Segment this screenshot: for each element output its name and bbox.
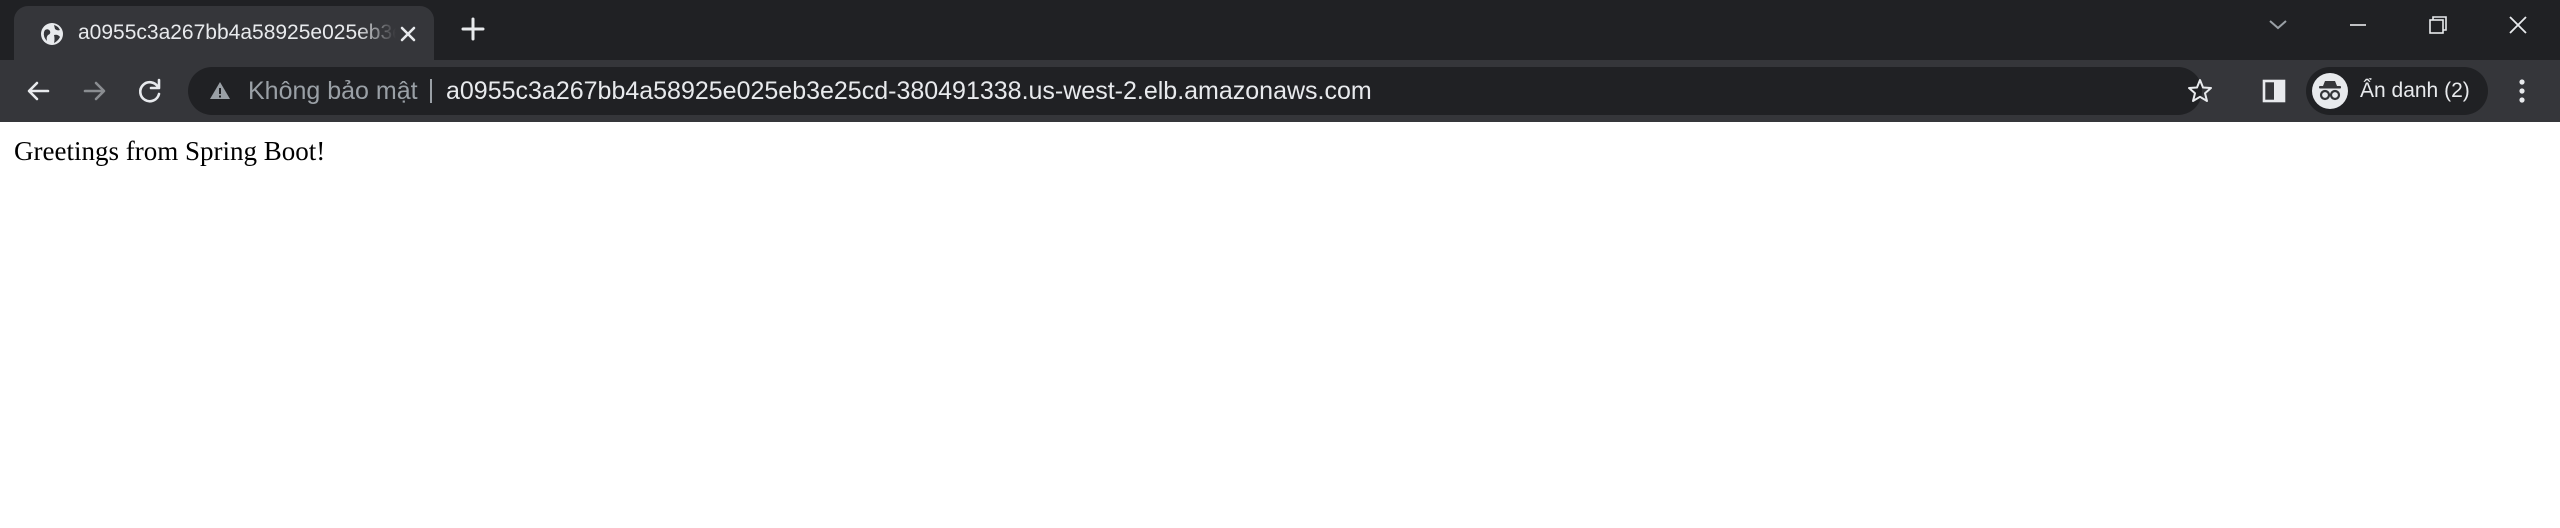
arrow-right-icon[interactable] bbox=[79, 75, 111, 107]
browser-toolbar: Không bảo mật a0955c3a267bb4a58925e025eb… bbox=[0, 60, 2560, 122]
minimize-icon[interactable] bbox=[2318, 0, 2398, 50]
chevron-down-icon[interactable] bbox=[2238, 0, 2318, 50]
side-panel-icon[interactable] bbox=[2258, 75, 2290, 107]
page-content: Greetings from Spring Boot! bbox=[0, 122, 2560, 528]
kebab-menu-icon[interactable] bbox=[2506, 75, 2538, 107]
security-status-label[interactable]: Không bảo mật bbox=[248, 67, 418, 115]
star-icon[interactable] bbox=[2186, 77, 2214, 105]
warning-icon[interactable] bbox=[208, 79, 232, 103]
incognito-label: Ẩn danh (2) bbox=[2360, 79, 2470, 102]
reload-icon[interactable] bbox=[134, 75, 166, 107]
greeting-text: Greetings from Spring Boot! bbox=[14, 136, 326, 166]
restore-icon[interactable] bbox=[2398, 0, 2478, 50]
close-icon[interactable] bbox=[394, 20, 422, 48]
incognito-icon bbox=[2312, 73, 2348, 109]
tab-active[interactable]: a0955c3a267bb4a58925e025eb3e25cd-3804913… bbox=[14, 6, 434, 60]
plus-icon[interactable] bbox=[456, 12, 490, 46]
arrow-left-icon[interactable] bbox=[22, 75, 54, 107]
tab-title: a0955c3a267bb4a58925e025eb3e25cd-3804913… bbox=[78, 21, 396, 44]
divider bbox=[430, 79, 432, 103]
window-close-icon[interactable] bbox=[2478, 0, 2558, 50]
tab-strip: a0955c3a267bb4a58925e025eb3e25cd-3804913… bbox=[0, 0, 2560, 60]
url-text[interactable]: a0955c3a267bb4a58925e025eb3e25cd-3804913… bbox=[446, 67, 1372, 115]
globe-icon bbox=[38, 20, 66, 48]
incognito-profile-button[interactable]: Ẩn danh (2) bbox=[2306, 67, 2488, 115]
address-bar[interactable]: Không bảo mật a0955c3a267bb4a58925e025eb… bbox=[188, 67, 2212, 115]
